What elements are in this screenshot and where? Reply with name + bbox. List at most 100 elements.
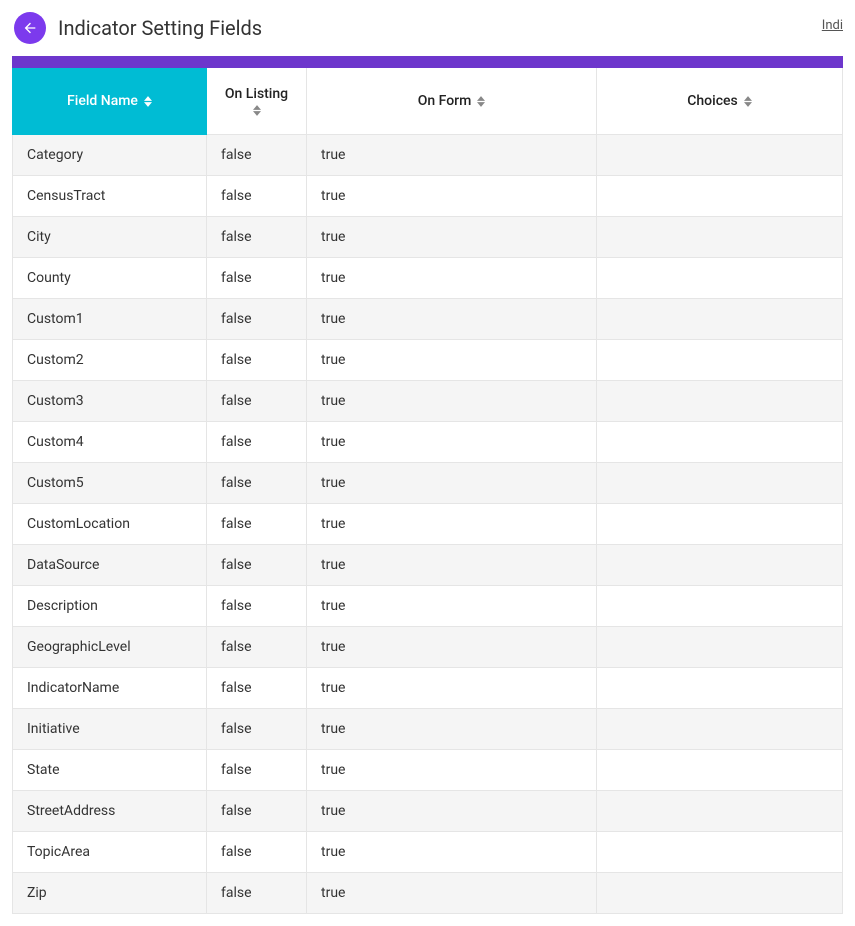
cell-fieldname: DataSource [13,545,207,586]
table-row[interactable]: IndicatorNamefalsetrue [13,668,843,709]
cell-onlisting: false [207,832,307,873]
table-row[interactable]: Custom3falsetrue [13,381,843,422]
cell-choices [597,873,843,914]
cell-onform: true [307,832,597,873]
table-row[interactable]: CensusTractfalsetrue [13,176,843,217]
header-link[interactable]: Indi [822,18,843,33]
table-row[interactable]: StreetAddressfalsetrue [13,791,843,832]
arrow-left-icon [22,20,38,36]
cell-onform: true [307,709,597,750]
cell-onlisting: false [207,135,307,176]
column-header-choices[interactable]: Choices [597,68,843,135]
cell-fieldname: Custom3 [13,381,207,422]
cell-fieldname: CustomLocation [13,504,207,545]
cell-choices [597,750,843,791]
cell-onlisting: false [207,627,307,668]
sort-icon [144,96,152,107]
table-row[interactable]: TopicAreafalsetrue [13,832,843,873]
table-row[interactable]: Statefalsetrue [13,750,843,791]
table-row[interactable]: Countyfalsetrue [13,258,843,299]
cell-onform: true [307,750,597,791]
fields-table: Field Name On Listing [12,68,843,914]
cell-choices [597,832,843,873]
table-row[interactable]: CustomLocationfalsetrue [13,504,843,545]
cell-choices [597,381,843,422]
cell-onform: true [307,504,597,545]
sort-icon [253,105,261,116]
cell-choices [597,176,843,217]
table-row[interactable]: DataSourcefalsetrue [13,545,843,586]
cell-choices [597,504,843,545]
column-label: Choices [687,93,737,109]
cell-choices [597,258,843,299]
cell-fieldname: Custom4 [13,422,207,463]
column-header-onform[interactable]: On Form [307,68,597,135]
cell-fieldname: Zip [13,873,207,914]
cell-onlisting: false [207,668,307,709]
column-label: On Form [418,93,472,109]
cell-onform: true [307,176,597,217]
table-row[interactable]: Custom5falsetrue [13,463,843,504]
content: Field Name On Listing [0,56,855,926]
column-header-fieldname[interactable]: Field Name [13,68,207,135]
cell-onform: true [307,381,597,422]
cell-onlisting: false [207,463,307,504]
sort-icon [477,96,485,107]
cell-fieldname: State [13,750,207,791]
cell-onlisting: false [207,381,307,422]
cell-fieldname: Custom5 [13,463,207,504]
cell-choices [597,586,843,627]
cell-choices [597,217,843,258]
cell-onlisting: false [207,586,307,627]
cell-onlisting: false [207,873,307,914]
cell-fieldname: County [13,258,207,299]
cell-fieldname: Custom1 [13,299,207,340]
cell-fieldname: GeographicLevel [13,627,207,668]
cell-onlisting: false [207,750,307,791]
cell-onlisting: false [207,709,307,750]
page-header: Indicator Setting Fields Indi [0,0,855,56]
cell-choices [597,545,843,586]
cell-choices [597,422,843,463]
column-label: On Listing [225,86,288,102]
cell-onlisting: false [207,217,307,258]
cell-choices [597,463,843,504]
table-row[interactable]: Cityfalsetrue [13,217,843,258]
cell-onform: true [307,791,597,832]
cell-fieldname: TopicArea [13,832,207,873]
cell-fieldname: Initiative [13,709,207,750]
cell-choices [597,135,843,176]
table-row[interactable]: Descriptionfalsetrue [13,586,843,627]
cell-onform: true [307,545,597,586]
cell-onform: true [307,668,597,709]
cell-onform: true [307,586,597,627]
table-row[interactable]: Zipfalsetrue [13,873,843,914]
table-row[interactable]: Custom2falsetrue [13,340,843,381]
cell-onform: true [307,340,597,381]
table-row[interactable]: GeographicLevelfalsetrue [13,627,843,668]
table-row[interactable]: Custom4falsetrue [13,422,843,463]
sort-icon [744,96,752,107]
cell-choices [597,627,843,668]
cell-onform: true [307,422,597,463]
cell-fieldname: City [13,217,207,258]
cell-onlisting: false [207,791,307,832]
cell-onlisting: false [207,545,307,586]
page-title: Indicator Setting Fields [58,16,262,40]
cell-onform: true [307,217,597,258]
back-button[interactable] [14,12,46,44]
table-row[interactable]: Initiativefalsetrue [13,709,843,750]
cell-onlisting: false [207,422,307,463]
cell-fieldname: StreetAddress [13,791,207,832]
cell-choices [597,709,843,750]
cell-onlisting: false [207,176,307,217]
cell-onlisting: false [207,340,307,381]
cell-fieldname: Custom2 [13,340,207,381]
table-row[interactable]: Categoryfalsetrue [13,135,843,176]
cell-onform: true [307,299,597,340]
table-row[interactable]: Custom1falsetrue [13,299,843,340]
column-header-onlisting[interactable]: On Listing [207,68,307,135]
cell-onlisting: false [207,504,307,545]
cell-fieldname: Description [13,586,207,627]
cell-choices [597,340,843,381]
